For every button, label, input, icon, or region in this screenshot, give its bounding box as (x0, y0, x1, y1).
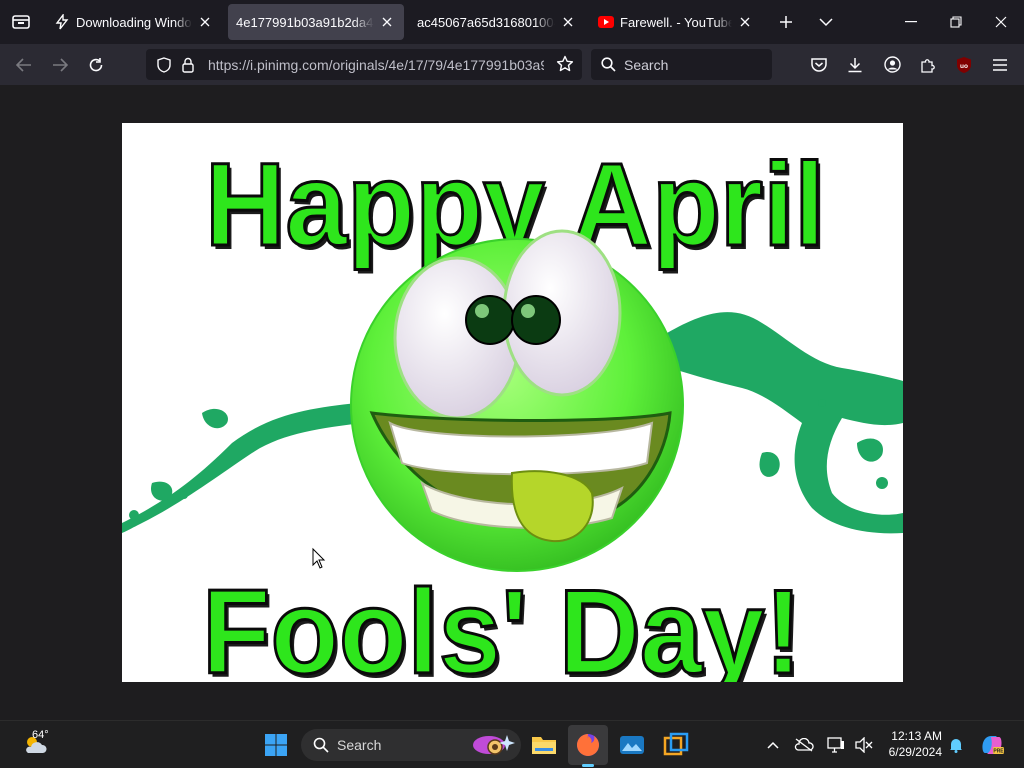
smiley-face (350, 229, 684, 572)
tab-bar: Downloading Window 4e177991b03a91b2da445… (0, 0, 1024, 44)
firefox-icon (577, 734, 599, 756)
plus-icon (780, 16, 792, 28)
ublock-shield-icon: uo (957, 56, 971, 73)
hamburger-menu-icon (993, 58, 1007, 71)
active-app-indicator (582, 764, 594, 767)
tab-title: Farewell. - YouTube (620, 14, 732, 30)
windows-logo-icon (265, 734, 287, 756)
display-network-icon (827, 737, 844, 753)
ublock-origin-button[interactable]: uo (946, 44, 982, 85)
notifications-button[interactable] (944, 725, 968, 765)
onedrive-tray[interactable] (790, 725, 818, 765)
taskbar-app-squares[interactable] (656, 725, 696, 765)
clock-date: 6/29/2024 (888, 745, 942, 759)
close-tab-icon[interactable] (559, 13, 577, 31)
weather-widget[interactable]: 64° (14, 725, 58, 765)
minimize-icon (905, 21, 917, 23)
close-window-button[interactable] (981, 0, 1021, 44)
tab-title: ac45067a65d316801004f0b0 (417, 14, 555, 30)
search-icon (601, 57, 616, 72)
downloads-button[interactable] (837, 44, 873, 85)
tab-title: 4e177991b03a91b2da445d2 (236, 14, 374, 30)
back-button[interactable] (6, 44, 42, 85)
search-placeholder: Search (624, 56, 669, 73)
account-button[interactable] (874, 44, 910, 85)
minimize-button[interactable] (891, 0, 931, 44)
pocket-button[interactable] (801, 44, 837, 85)
youtube-icon (598, 14, 614, 30)
show-hidden-icons-button[interactable] (760, 725, 786, 765)
close-tab-icon[interactable] (378, 13, 396, 31)
reload-button[interactable] (78, 44, 114, 85)
cloud-offline-icon (794, 738, 814, 752)
puzzle-icon (921, 58, 935, 73)
close-tab-icon[interactable] (736, 13, 754, 31)
april-fools-image: Happy April Happy April Fools' Day! Fool… (122, 123, 903, 682)
taskbar-firefox[interactable] (568, 725, 608, 767)
search-icon (313, 737, 329, 753)
firefox-view-button[interactable] (0, 0, 42, 44)
copilot-button[interactable]: PRE (974, 725, 1010, 765)
new-tab-button[interactable] (768, 0, 804, 44)
chevron-down-icon (819, 18, 833, 27)
tab-image-active[interactable]: 4e177991b03a91b2da445d2 (228, 4, 404, 40)
clock[interactable]: 12:13 AM 6/29/2024 (880, 729, 942, 759)
navigation-toolbar: https://i.pinimg.com/originals/4e/17/79/… (0, 44, 1024, 85)
tab-downloading[interactable]: Downloading Window (46, 4, 222, 40)
taskbar-search-placeholder: Search (337, 737, 382, 753)
start-button[interactable] (256, 725, 296, 765)
volume-tray[interactable] (850, 725, 878, 765)
headline-bottom: Fools' Day! (202, 565, 802, 682)
network-tray[interactable] (822, 725, 850, 765)
svg-text:PRE: PRE (993, 749, 1004, 755)
april-fools-artwork: Happy April Happy April Fools' Day! Fool… (122, 138, 903, 682)
tab-title: Downloading Window (76, 14, 192, 30)
tracking-protection-shield-icon[interactable] (152, 56, 176, 73)
restore-icon (950, 16, 962, 28)
list-all-tabs-button[interactable] (808, 0, 844, 44)
svg-text:uo: uo (960, 63, 968, 70)
search-bar[interactable]: Search (591, 49, 772, 80)
overlapping-squares-icon (663, 732, 689, 756)
close-tab-icon[interactable] (196, 13, 214, 31)
chevron-up-icon (767, 741, 779, 749)
download-icon (848, 57, 862, 72)
forward-arrow-icon (53, 57, 68, 72)
lock-icon[interactable] (176, 57, 200, 73)
windows-taskbar: 64° Search 12:13 AM 6/29/2024 PRE (0, 720, 1024, 768)
speaker-muted-icon (855, 737, 873, 753)
restore-button[interactable] (936, 0, 976, 44)
bookmark-star-icon[interactable] (556, 55, 574, 78)
bell-icon (950, 739, 962, 753)
app-menu-button[interactable] (982, 44, 1018, 85)
photos-icon (620, 736, 644, 754)
url-bar[interactable]: https://i.pinimg.com/originals/4e/17/79/… (146, 49, 582, 80)
paint-splash-right (667, 312, 903, 534)
weather-temp: 64° (32, 729, 49, 741)
search-highlight-icon (469, 731, 515, 764)
taskbar-photos[interactable] (612, 725, 652, 765)
clock-time: 12:13 AM (891, 729, 942, 743)
pocket-icon (811, 58, 827, 72)
taskbar-file-explorer[interactable] (524, 725, 564, 765)
page-content: Happy April Happy April Fools' Day! Fool… (0, 85, 1024, 720)
copilot-icon: PRE (982, 736, 1004, 755)
account-icon (883, 56, 901, 73)
extensions-button[interactable] (910, 44, 946, 85)
close-icon (995, 16, 1007, 28)
tab-image-2[interactable]: ac45067a65d316801004f0b0 (409, 4, 585, 40)
forward-button[interactable] (42, 44, 78, 85)
folder-icon (532, 737, 556, 754)
back-arrow-icon (16, 57, 31, 72)
paint-splash-left (122, 403, 362, 533)
url-text[interactable]: https://i.pinimg.com/originals/4e/17/79/… (208, 57, 544, 73)
firefox-view-icon (12, 15, 30, 29)
reload-icon (89, 57, 103, 71)
tab-youtube[interactable]: Farewell. - YouTube (590, 4, 762, 40)
bolt-icon (54, 14, 70, 30)
taskbar-search[interactable]: Search (301, 729, 521, 761)
